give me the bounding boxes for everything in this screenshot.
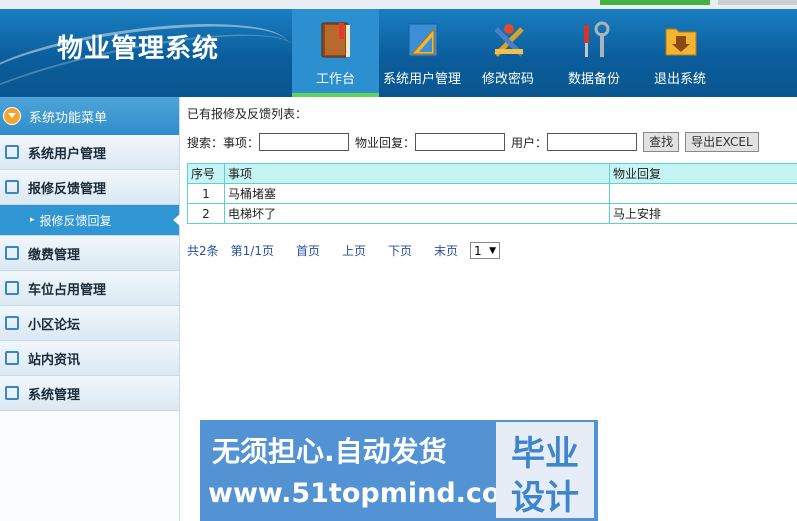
table-header-row: 序号 事项 物业回复 xyxy=(187,163,797,184)
sidebar-item-label: 报修反馈管理 xyxy=(28,181,107,197)
page-title: 已有报修及反馈列表： xyxy=(187,107,308,121)
top-strip xyxy=(0,0,797,9)
sidebar-subitem-repair-reply[interactable]: ▸ 报修反馈回复 xyxy=(0,205,180,236)
folder-icon xyxy=(665,28,697,56)
reply-field-label: 物业回复： xyxy=(355,135,416,150)
sidebar-item-repair-feedback[interactable]: 报修反馈管理 xyxy=(0,170,179,205)
sidebar-item-forum[interactable]: 小区论坛 xyxy=(0,306,179,341)
arrow-right-icon: ▸ xyxy=(30,215,35,225)
list-icon xyxy=(5,145,19,159)
tools-icon xyxy=(494,24,524,57)
sidebar-item-payment[interactable]: 缴费管理 xyxy=(0,236,179,271)
sidebar-item-parking[interactable]: 车位占用管理 xyxy=(0,271,179,306)
calendar-icon xyxy=(5,386,19,400)
sidebar-item-label: 缴费管理 xyxy=(28,247,81,263)
watermark-logo-text: 毕业 xyxy=(511,434,579,474)
search-button[interactable]: 查找 xyxy=(643,132,680,152)
watermark-url: www.51topmind.com xyxy=(208,478,529,509)
sidebar-header-label: 系统功能菜单 xyxy=(29,110,108,126)
nav-workbench[interactable]: 工作台 xyxy=(292,9,379,97)
next-page-link[interactable]: 下页 xyxy=(388,242,412,259)
item-search-input[interactable] xyxy=(259,133,350,151)
ruler-icon xyxy=(408,23,438,57)
app-title: 物业管理系统 xyxy=(57,34,220,64)
sidebar-item-label: 小区论坛 xyxy=(28,317,81,333)
reply-search-input[interactable] xyxy=(415,133,506,151)
edit-icon xyxy=(5,316,19,330)
table-row[interactable]: 1 马桶堵塞 xyxy=(187,183,797,204)
table-row[interactable]: 2 电梯坏了 马上安排 xyxy=(187,203,797,224)
nav-label: 退出系统 xyxy=(653,72,706,87)
nav-label: 系统用户管理 xyxy=(382,72,461,87)
table-cell: 电梯坏了 xyxy=(224,203,610,224)
table-cell: 马上安排 xyxy=(609,203,797,224)
nav-label: 工作台 xyxy=(315,72,355,87)
sidebar-item-label: 车位占用管理 xyxy=(28,282,107,298)
sidebar-item-system-admin[interactable]: 系统管理 xyxy=(0,376,179,411)
sidebar-item-label: 报修反馈回复 xyxy=(39,213,112,228)
watermark-banner: 无须担心.自动发货 www.51topmind.com 毕业 设计 xyxy=(200,420,598,521)
watermark-logo-box: 毕业 设计 xyxy=(496,422,594,518)
total-count: 共2条 xyxy=(187,244,219,258)
page-info: 第1/1页 xyxy=(230,244,274,258)
comment-icon xyxy=(5,180,19,194)
header-bar: 物业管理系统 工作台 系统用户管理 修改密码 数据备份 退出系统 xyxy=(0,0,797,97)
table-cell: 2 xyxy=(187,203,225,224)
table-cell: 马桶堵塞 xyxy=(224,183,610,204)
nav-logout[interactable]: 退出系统 xyxy=(637,9,723,97)
sidebar-header[interactable]: 系统功能菜单 xyxy=(0,97,179,135)
book-icon xyxy=(321,22,350,58)
table-cell: 1 xyxy=(187,183,225,204)
item-field-label: 事项： xyxy=(223,135,260,150)
sidebar-item-label: 系统用户管理 xyxy=(28,146,107,162)
nav-change-password[interactable]: 修改密码 xyxy=(465,9,551,97)
sidebar-item-label: 系统管理 xyxy=(28,387,81,403)
sidebar: 系统功能菜单 系统用户管理 报修反馈管理 ▸ 报修反馈回复 缴费管理 车位占用管… xyxy=(0,97,180,521)
user-field-label: 用户： xyxy=(511,135,548,150)
table-cell xyxy=(609,183,797,204)
last-page-link[interactable]: 末页 xyxy=(434,242,458,259)
nav-data-backup[interactable]: 数据备份 xyxy=(551,9,637,97)
nav-label: 数据备份 xyxy=(567,72,620,87)
wrench-screwdriver-icon xyxy=(584,21,610,57)
search-prefix-label: 搜索： xyxy=(187,135,224,150)
top-strip-green-bar xyxy=(600,0,710,5)
export-excel-button[interactable]: 导出EXCEL xyxy=(685,132,759,152)
page-select[interactable]: 1 ▼ xyxy=(470,242,501,259)
top-strip-grey-bar xyxy=(718,0,797,5)
top-nav: 工作台 系统用户管理 修改密码 数据备份 退出系统 xyxy=(292,9,723,97)
calendar-icon xyxy=(5,281,19,295)
sidebar-item-news[interactable]: 站内资讯 xyxy=(0,341,179,376)
chevron-down-icon xyxy=(3,107,21,125)
edit-icon xyxy=(5,351,19,365)
column-header: 物业回复 xyxy=(609,163,797,184)
nav-label: 修改密码 xyxy=(481,72,534,87)
feedback-table: 序号 事项 物业回复 1 马桶堵塞 2 电梯坏了 马上安排 xyxy=(187,163,797,224)
prev-page-link[interactable]: 上页 xyxy=(342,242,366,259)
nav-system-users[interactable]: 系统用户管理 xyxy=(379,9,465,97)
pagination: 共2条 第1/1页 首页 上页 下页 末页 1 ▼ xyxy=(187,242,501,259)
search-bar: 搜索： 事项： 物业回复： 用户： 查找 导出EXCEL xyxy=(187,132,759,152)
first-page-link[interactable]: 首页 xyxy=(296,242,320,259)
page-select-value: 1 xyxy=(474,243,482,258)
column-header: 序号 xyxy=(187,163,225,184)
sidebar-item-label: 站内资讯 xyxy=(28,352,81,368)
watermark-logo-text: 设计 xyxy=(511,478,579,518)
chevron-down-icon: ▼ xyxy=(489,245,497,256)
edit-icon xyxy=(5,246,19,260)
watermark-slogan: 无须担心.自动发货 xyxy=(212,435,447,468)
user-search-input[interactable] xyxy=(547,133,638,151)
sidebar-item-system-users[interactable]: 系统用户管理 xyxy=(0,135,179,170)
column-header: 事项 xyxy=(224,163,610,184)
